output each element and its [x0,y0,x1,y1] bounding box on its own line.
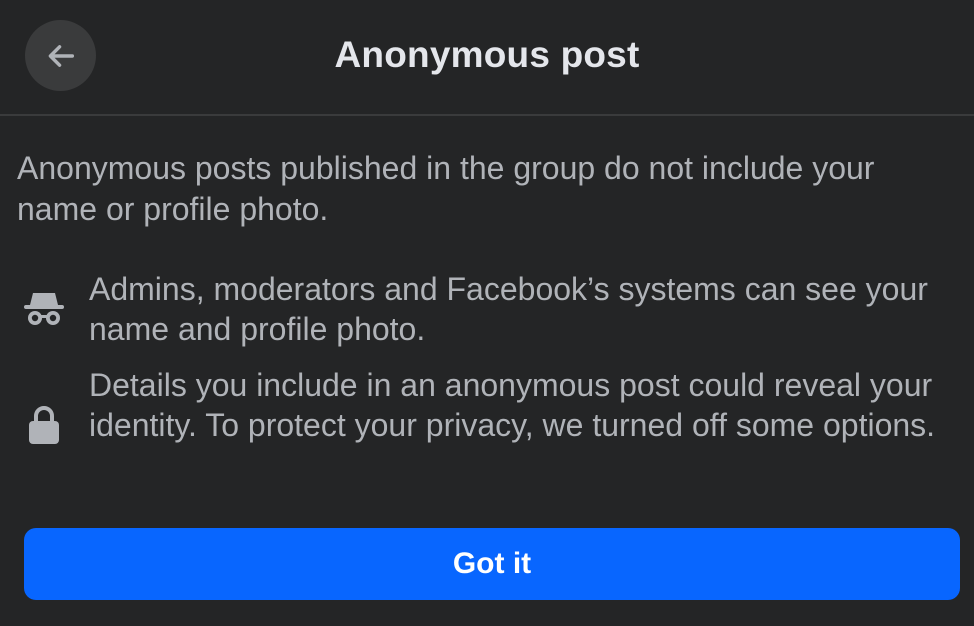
info-text-admins: Admins, moderators and Facebook’s system… [89,271,928,347]
got-it-button[interactable]: Got it [24,528,960,600]
info-text-details: Details you include in an anonymous post… [89,367,936,443]
dialog-title: Anonymous post [334,34,640,75]
dialog-header: Anonymous post [0,0,974,116]
anonymous-post-dialog: Anonymous post Anonymous posts published… [0,0,974,626]
incognito-icon [22,287,66,331]
intro-text: Anonymous posts published in the group d… [17,150,875,227]
lock-icon [22,403,66,447]
